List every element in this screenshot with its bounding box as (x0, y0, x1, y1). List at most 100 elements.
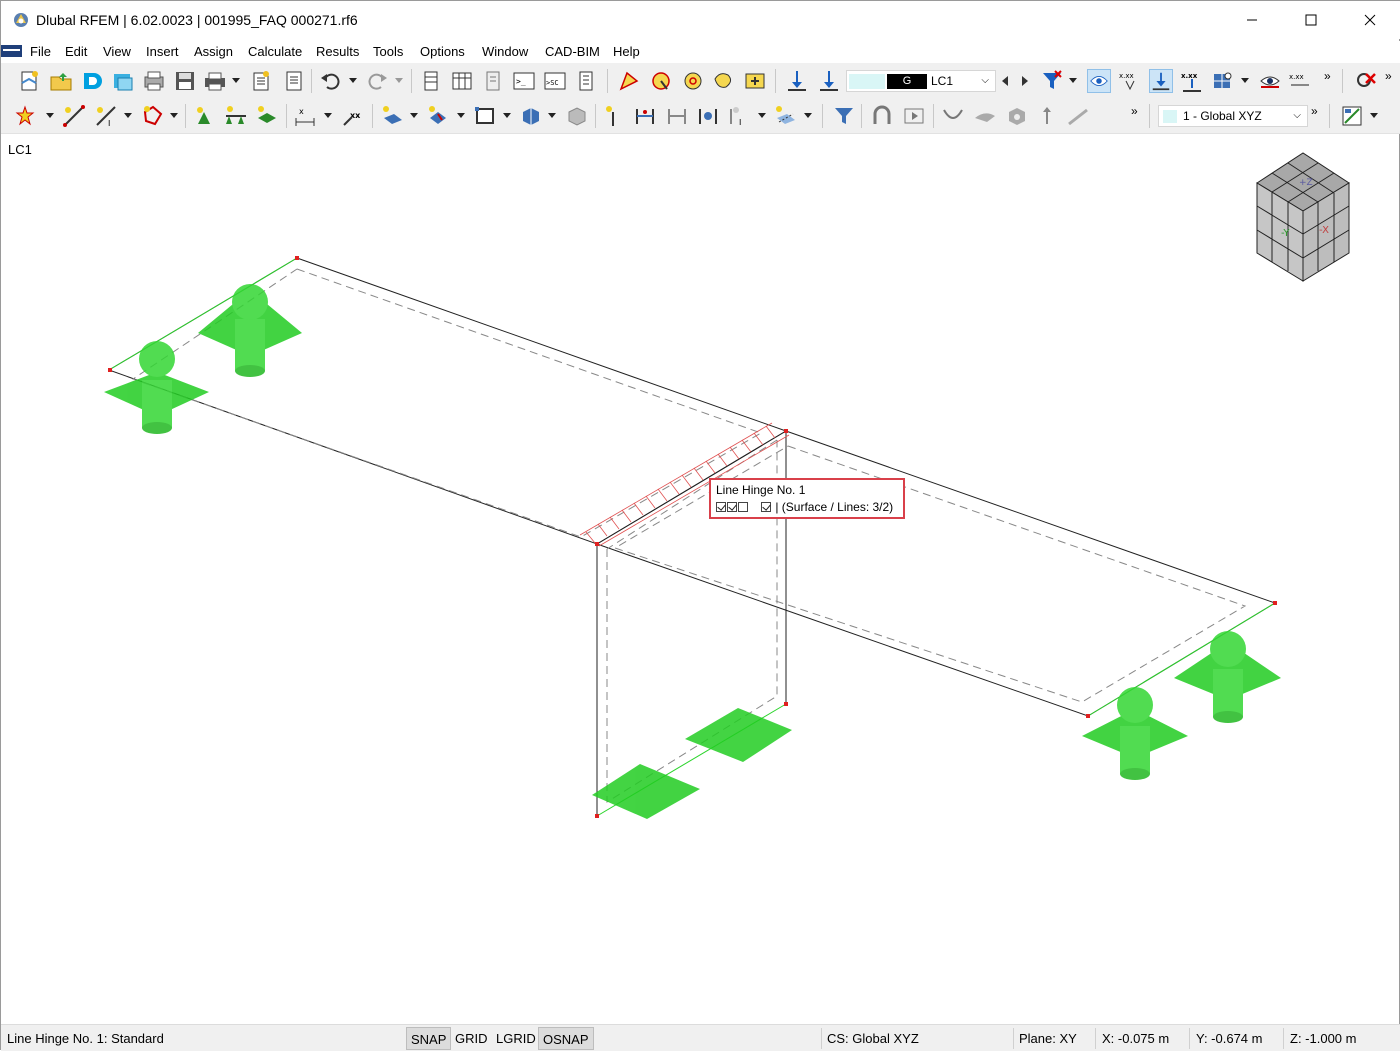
script-icon[interactable]: >SC (543, 69, 567, 93)
surface-support-icon[interactable] (255, 104, 279, 128)
menu-results[interactable]: Results (316, 44, 359, 59)
next-load-case-icon[interactable] (1018, 69, 1032, 93)
clear-selection-icon[interactable] (1354, 69, 1378, 93)
select-polygon-icon[interactable] (617, 69, 641, 93)
grid-results-dropdown-arrow[interactable] (1241, 78, 1249, 83)
solid-icon[interactable] (518, 104, 542, 128)
menu-cad-bim[interactable]: CAD-BIM (545, 44, 600, 59)
previous-load-case-icon[interactable] (998, 69, 1012, 93)
nodal-support-left-front[interactable] (104, 341, 209, 434)
section-dropdown-arrow[interactable] (503, 113, 511, 118)
dimension-dropdown-arrow[interactable] (324, 113, 332, 118)
coordinate-info-icon[interactable]: xx (341, 104, 365, 128)
left-slab[interactable] (107, 257, 788, 545)
lgrid-toggle[interactable]: LGRID (492, 1027, 540, 1050)
print-dropdown-arrow[interactable] (232, 78, 240, 83)
line-results-icon[interactable] (1066, 104, 1090, 128)
new-surface-icon[interactable] (141, 104, 165, 128)
load-case-select[interactable]: G LC1 ⌵ (846, 70, 996, 92)
toolbar2-overflow-icon-2[interactable]: » (1311, 104, 1323, 128)
menu-window[interactable]: Window (482, 44, 528, 59)
undo-dropdown-arrow[interactable] (349, 78, 357, 83)
values-display-icon[interactable]: x.xx (1288, 69, 1312, 93)
member-hinge-icon[interactable] (665, 104, 689, 128)
save-icon[interactable] (173, 69, 197, 93)
new-node-icon[interactable] (13, 104, 37, 128)
deformed-shape-icon[interactable] (941, 104, 965, 128)
surface-dropdown-arrow[interactable] (170, 113, 178, 118)
view-settings-icon[interactable] (1340, 104, 1364, 128)
wall-support-plates[interactable] (592, 708, 792, 819)
load-wizard-icon[interactable] (426, 104, 450, 128)
dlubal-center-icon[interactable] (80, 69, 104, 93)
web-service-icon[interactable] (111, 69, 135, 93)
select-rotate-icon[interactable] (649, 69, 673, 93)
release-dropdown-arrow[interactable] (758, 113, 766, 118)
model-graphics[interactable] (2, 134, 1399, 1024)
load-icon[interactable] (380, 104, 404, 128)
menu-help[interactable]: Help (613, 44, 640, 59)
table-view-icon[interactable] (419, 69, 443, 93)
result-section-icon[interactable] (773, 104, 797, 128)
filter-icon[interactable] (832, 104, 856, 128)
new-member-icon[interactable]: I (94, 104, 118, 128)
grid-toggle[interactable]: GRID (451, 1027, 492, 1050)
model-viewport[interactable]: LC1 +Z -Y -X Line Hinge No. 1 | (Surface… (2, 134, 1399, 1024)
deformation-icon[interactable] (1149, 69, 1173, 93)
data-view-icon[interactable] (574, 69, 598, 93)
load-case-prev-icon[interactable] (785, 69, 809, 93)
results-filter-dropdown-arrow[interactable] (1069, 78, 1077, 83)
print-graphic-icon[interactable] (249, 69, 273, 93)
guide-object-icon[interactable] (601, 104, 625, 128)
member-dropdown-arrow[interactable] (124, 113, 132, 118)
status-plane[interactable]: Plane: XY (1019, 1031, 1077, 1046)
show-results-icon[interactable] (1087, 69, 1111, 93)
nodal-support-right-front[interactable] (1082, 687, 1188, 780)
values-on-deformation-icon[interactable]: x.xx (1180, 69, 1204, 93)
load-dropdown-arrow[interactable] (410, 113, 418, 118)
menu-options[interactable]: Options (420, 44, 465, 59)
status-coordinate-system[interactable]: CS: Global XYZ (827, 1031, 919, 1046)
nodal-support-right-back[interactable] (1174, 631, 1281, 723)
navigation-cube[interactable]: +Z -Y -X (1255, 151, 1351, 282)
minimize-button[interactable] (1229, 1, 1275, 39)
select-add-icon[interactable] (743, 69, 767, 93)
line-release-icon[interactable] (696, 104, 720, 128)
maximize-button[interactable] (1288, 1, 1334, 39)
new-line-icon[interactable] (62, 104, 86, 128)
document-menu-icon[interactable] (1, 43, 23, 59)
new-model-icon[interactable] (18, 69, 42, 93)
results-filter-icon[interactable] (1040, 69, 1064, 93)
dimension-icon[interactable]: x (293, 104, 317, 128)
nodal-support-icon[interactable] (192, 104, 216, 128)
select-freeform-icon[interactable] (712, 69, 736, 93)
line-support-icon[interactable] (224, 104, 248, 128)
toolbar2-overflow-icon[interactable]: » (1131, 104, 1143, 128)
report-icon[interactable] (282, 69, 306, 93)
toolbar-overflow-icon[interactable]: » (1324, 69, 1336, 93)
load-wizard-dropdown-arrow[interactable] (457, 113, 465, 118)
print-report-icon[interactable] (142, 69, 166, 93)
node-dropdown-arrow[interactable] (46, 113, 54, 118)
view-settings-dropdown-arrow[interactable] (1370, 113, 1378, 118)
menu-calculate[interactable]: Calculate (248, 44, 302, 59)
animation-icon[interactable] (902, 104, 926, 128)
select-circle-icon[interactable] (681, 69, 705, 93)
close-button[interactable] (1347, 1, 1393, 39)
member-release-icon[interactable]: I (727, 104, 751, 128)
menu-tools[interactable]: Tools (373, 44, 403, 59)
section-icon[interactable] (473, 104, 497, 128)
grid-results-icon[interactable] (1211, 69, 1235, 93)
undo-icon[interactable] (319, 69, 343, 93)
menu-view[interactable]: View (103, 44, 131, 59)
surface-results-icon[interactable] (973, 104, 997, 128)
osnap-toggle[interactable]: OSNAP (538, 1027, 594, 1050)
result-section-dropdown-arrow[interactable] (804, 113, 812, 118)
redo-icon[interactable] (365, 69, 389, 93)
tables-icon[interactable] (450, 69, 474, 93)
menu-edit[interactable]: Edit (65, 44, 87, 59)
line-hinge-icon[interactable] (633, 104, 657, 128)
menu-assign[interactable]: Assign (194, 44, 233, 59)
load-case-next-icon[interactable] (817, 69, 841, 93)
magnet-icon[interactable] (870, 104, 894, 128)
